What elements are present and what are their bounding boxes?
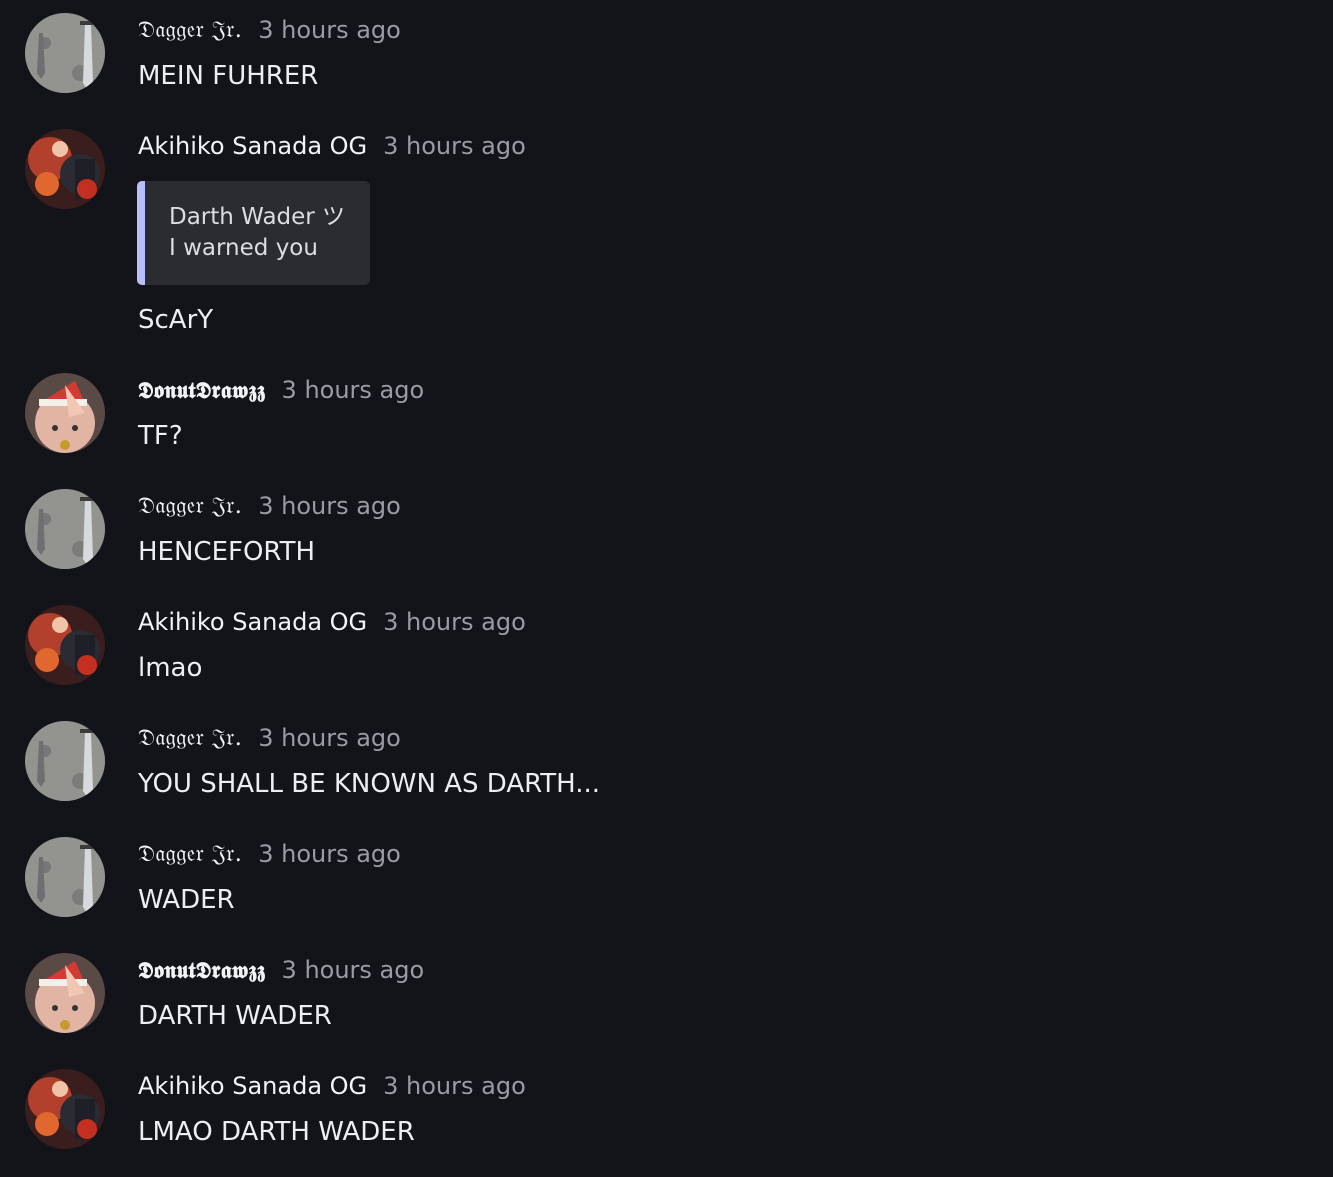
avatar[interactable]	[25, 373, 105, 453]
avatar[interactable]	[25, 129, 105, 209]
message-header: Akihiko Sanada OG 3 hours ago	[138, 1069, 526, 1103]
message-text: HENCEFORTH	[138, 537, 316, 567]
timestamp: 3 hours ago	[383, 1072, 526, 1100]
timestamp: 3 hours ago	[258, 724, 401, 752]
author-name[interactable]: 𝔇𝔞𝔤𝔤𝔢𝔯 𝔍𝔯.	[138, 493, 242, 519]
dagger-avatar-icon	[25, 489, 105, 569]
message-text: YOU SHALL BE KNOWN AS DARTH...	[138, 769, 601, 799]
message-header: 𝕯𝖔𝖓𝖚𝖙𝕯𝖗𝖆𝖜𝖟𝖟 3 hours ago	[138, 373, 424, 407]
message-text: lmao	[138, 653, 203, 683]
message-text: TF?	[138, 421, 183, 451]
donut-avatar-icon	[25, 373, 105, 453]
timestamp: 3 hours ago	[258, 840, 401, 868]
dagger-avatar-icon	[25, 13, 105, 93]
akihiko-avatar-icon	[25, 1069, 105, 1149]
akihiko-avatar-icon	[25, 129, 105, 209]
timestamp: 3 hours ago	[383, 132, 526, 160]
message-text: WADER	[138, 885, 235, 915]
akihiko-avatar-icon	[25, 605, 105, 685]
timestamp: 3 hours ago	[258, 492, 401, 520]
dagger-avatar-icon	[25, 721, 105, 801]
avatar[interactable]	[25, 1069, 105, 1149]
author-name[interactable]: 𝔇𝔞𝔤𝔤𝔢𝔯 𝔍𝔯.	[138, 841, 242, 867]
message-header: 𝔇𝔞𝔤𝔤𝔢𝔯 𝔍𝔯. 3 hours ago	[138, 13, 401, 47]
author-name[interactable]: Akihiko Sanada OG	[138, 132, 367, 160]
quote-text: I warned you	[169, 235, 318, 261]
timestamp: 3 hours ago	[281, 376, 425, 404]
reply-quote[interactable]: Darth Wader ツ I warned you	[137, 181, 370, 285]
author-name[interactable]: 𝔇𝔞𝔤𝔤𝔢𝔯 𝔍𝔯.	[138, 17, 242, 43]
dagger-avatar-icon	[25, 837, 105, 917]
message-text: LMAO DARTH WADER	[138, 1117, 415, 1147]
message-header: 𝔇𝔞𝔤𝔤𝔢𝔯 𝔍𝔯. 3 hours ago	[138, 837, 401, 871]
avatar[interactable]	[25, 13, 105, 93]
avatar[interactable]	[25, 489, 105, 569]
message-text: ScArY	[138, 305, 214, 335]
avatar[interactable]	[25, 953, 105, 1033]
message-header: 𝔇𝔞𝔤𝔤𝔢𝔯 𝔍𝔯. 3 hours ago	[138, 489, 401, 523]
timestamp: 3 hours ago	[258, 16, 401, 44]
avatar[interactable]	[25, 721, 105, 801]
author-name[interactable]: 𝔇𝔞𝔤𝔤𝔢𝔯 𝔍𝔯.	[138, 725, 242, 751]
message-header: Akihiko Sanada OG 3 hours ago	[138, 129, 526, 163]
message-header: 𝔇𝔞𝔤𝔤𝔢𝔯 𝔍𝔯. 3 hours ago	[138, 721, 401, 755]
message-header: Akihiko Sanada OG 3 hours ago	[138, 605, 526, 639]
message-text: DARTH WADER	[138, 1001, 332, 1031]
donut-avatar-icon	[25, 953, 105, 1033]
message-header: 𝕯𝖔𝖓𝖚𝖙𝕯𝖗𝖆𝖜𝖟𝖟 3 hours ago	[138, 953, 424, 987]
timestamp: 3 hours ago	[281, 956, 425, 984]
author-name[interactable]: 𝕯𝖔𝖓𝖚𝖙𝕯𝖗𝖆𝖜𝖟𝖟	[138, 377, 266, 404]
avatar[interactable]	[25, 605, 105, 685]
message-text: MEIN FUHRER	[138, 61, 319, 91]
quote-bar	[137, 181, 145, 285]
author-name[interactable]: Akihiko Sanada OG	[138, 1072, 367, 1100]
timestamp: 3 hours ago	[383, 608, 526, 636]
quote-author: Darth Wader ツ	[169, 204, 346, 230]
author-name[interactable]: 𝕯𝖔𝖓𝖚𝖙𝕯𝖗𝖆𝖜𝖟𝖟	[138, 957, 266, 984]
avatar[interactable]	[25, 837, 105, 917]
author-name[interactable]: Akihiko Sanada OG	[138, 608, 367, 636]
